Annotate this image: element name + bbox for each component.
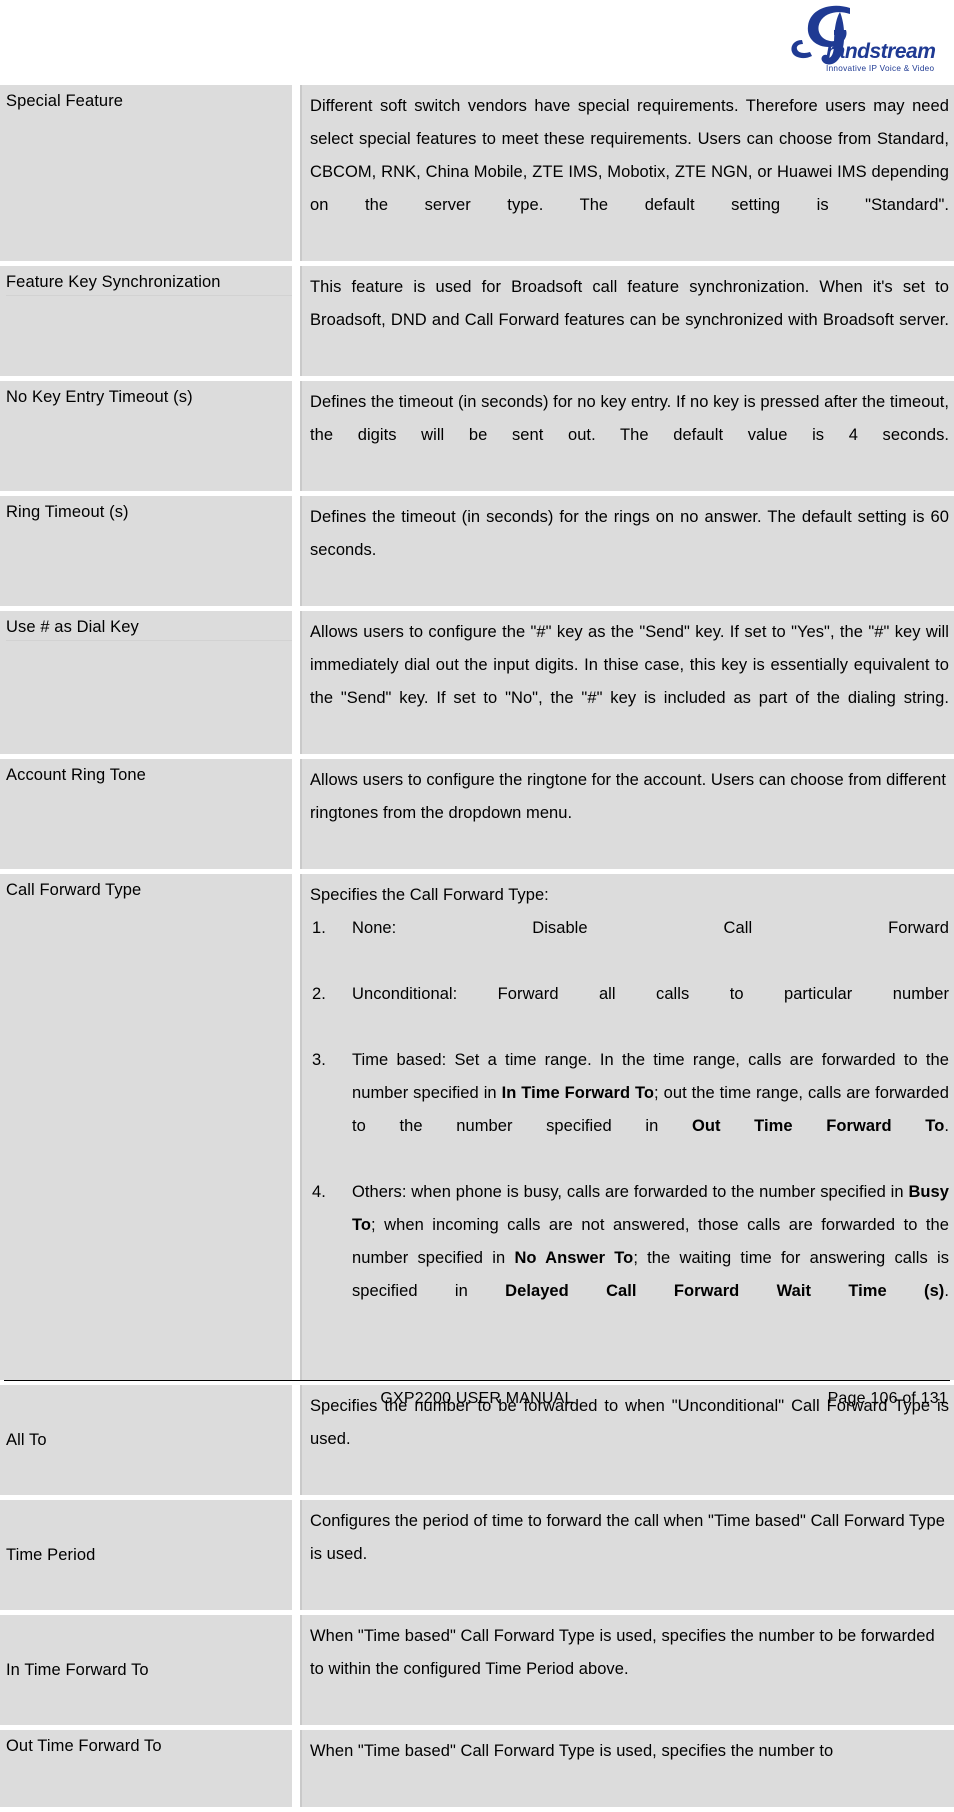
label-underline-artifact: [6, 295, 292, 296]
setting-description: Allows users to configure the ringtone f…: [300, 759, 954, 869]
emphasized-term: In Time Forward To: [501, 1084, 655, 1102]
page-footer: GXP2200 USER MANUAL Page 106 of 131: [0, 1380, 954, 1426]
list-item-number: 1.: [312, 919, 326, 937]
setting-label: Time Period: [0, 1500, 292, 1610]
setting-label: Call Forward Type: [0, 874, 292, 1380]
page-header: randstream Innovative IP Voice & Video: [0, 0, 954, 80]
setting-description: This feature is used for Broadsoft call …: [300, 266, 954, 376]
call-forward-list-item: 1. None: Disable Call Forward: [310, 912, 949, 978]
list-item-text: .: [944, 1117, 949, 1135]
list-item-number: 2.: [312, 985, 326, 1003]
emphasized-term: No Answer To: [514, 1249, 634, 1267]
list-item-number: 3.: [312, 1051, 326, 1069]
footer-page-number: Page 106 of 131: [827, 1390, 948, 1407]
emphasized-term: Delayed Call Forward Wait Time (s): [505, 1282, 945, 1300]
list-item-text: Unconditional: Forward all calls to part…: [352, 985, 949, 1003]
setting-description: Allows users to configure the "#" key as…: [300, 611, 954, 754]
setting-description: Different soft switch vendors have speci…: [300, 85, 954, 261]
setting-label-text: Out Time Forward To: [6, 1737, 162, 1755]
setting-label: Feature Key Synchronization: [0, 266, 292, 376]
setting-label: Account Ring Tone: [0, 759, 292, 869]
setting-label-text: Call Forward Type: [6, 881, 142, 899]
table-row: Account Ring Tone Allows users to config…: [0, 759, 954, 869]
table-row: Ring Timeout (s) Defines the timeout (in…: [0, 496, 954, 606]
call-forward-intro: Specifies the Call Forward Type:: [310, 886, 549, 904]
call-forward-type-list: 1. None: Disable Call Forward 2. Unconditio…: [310, 912, 949, 1341]
list-item-text: Others: when phone is busy, calls are fo…: [352, 1183, 909, 1201]
emphasized-term: Out Time Forward To: [691, 1117, 945, 1135]
svg-text:randstream: randstream: [826, 40, 935, 63]
svg-text:Innovative IP Voice & Video: Innovative IP Voice & Video: [826, 64, 935, 73]
table-row: Use # as Dial Key Allows users to config…: [0, 611, 954, 754]
table-row: In Time Forward To When "Time based" Cal…: [0, 1615, 954, 1725]
setting-label: Use # as Dial Key: [0, 611, 292, 754]
setting-description: Specifies the Call Forward Type: 1. None:…: [300, 874, 954, 1380]
footer-divider: [4, 1380, 950, 1381]
list-item-number: 4.: [312, 1183, 326, 1201]
setting-label-text: Ring Timeout (s): [6, 503, 129, 521]
list-item-text: .: [944, 1282, 949, 1300]
setting-description: Configures the period of time to forward…: [300, 1500, 954, 1610]
table-row: Special Feature Different soft switch ve…: [0, 85, 954, 261]
table-row: Call Forward Type Specifies the Call For…: [0, 874, 954, 1380]
setting-label-text: Time Period: [6, 1545, 96, 1564]
label-underline-artifact: [6, 640, 292, 641]
call-forward-list-item: 2. Unconditional: Forward all calls to pa…: [310, 978, 949, 1044]
table-row: No Key Entry Timeout (s) Defines the tim…: [0, 381, 954, 491]
call-forward-list-item: 3. Time based: Set a time range. In the t…: [310, 1044, 949, 1176]
table-row: Time Period Configures the period of tim…: [0, 1500, 954, 1610]
setting-label: In Time Forward To: [0, 1615, 292, 1725]
setting-label-text: Special Feature: [6, 92, 124, 110]
table-row: Out Time Forward To When "Time based" Ca…: [0, 1730, 954, 1807]
setting-label: Out Time Forward To: [0, 1730, 292, 1807]
footer-manual-title: GXP2200 USER MANUAL: [380, 1390, 574, 1407]
list-item-text: None: Disable Call Forward: [352, 919, 949, 937]
table-row: Feature Key Synchronization This feature…: [0, 266, 954, 376]
setting-label-text: No Key Entry Timeout (s): [6, 388, 193, 406]
setting-label: Ring Timeout (s): [0, 496, 292, 606]
call-forward-list-item: 4. Others: when phone is busy, calls are …: [310, 1176, 949, 1341]
setting-description: Defines the timeout (in seconds) for the…: [300, 496, 954, 606]
grandstream-logo-icon: randstream Innovative IP Voice & Video: [791, 5, 936, 73]
setting-label: No Key Entry Timeout (s): [0, 381, 292, 491]
setting-label-text: Feature Key Synchronization: [6, 273, 221, 291]
setting-description: Defines the timeout (in seconds) for no …: [300, 381, 954, 491]
setting-description: When "Time based" Call Forward Type is u…: [300, 1730, 954, 1807]
setting-label-text: All To: [6, 1430, 47, 1449]
setting-label: Special Feature: [0, 85, 292, 261]
setting-description: When "Time based" Call Forward Type is u…: [300, 1615, 954, 1725]
grandstream-logo: randstream Innovative IP Voice & Video: [788, 2, 948, 76]
setting-label-text: Account Ring Tone: [6, 766, 146, 784]
setting-label-text: In Time Forward To: [6, 1660, 149, 1679]
setting-label-text: Use # as Dial Key: [6, 618, 139, 636]
settings-description-table: Special Feature Different soft switch ve…: [0, 85, 954, 1812]
